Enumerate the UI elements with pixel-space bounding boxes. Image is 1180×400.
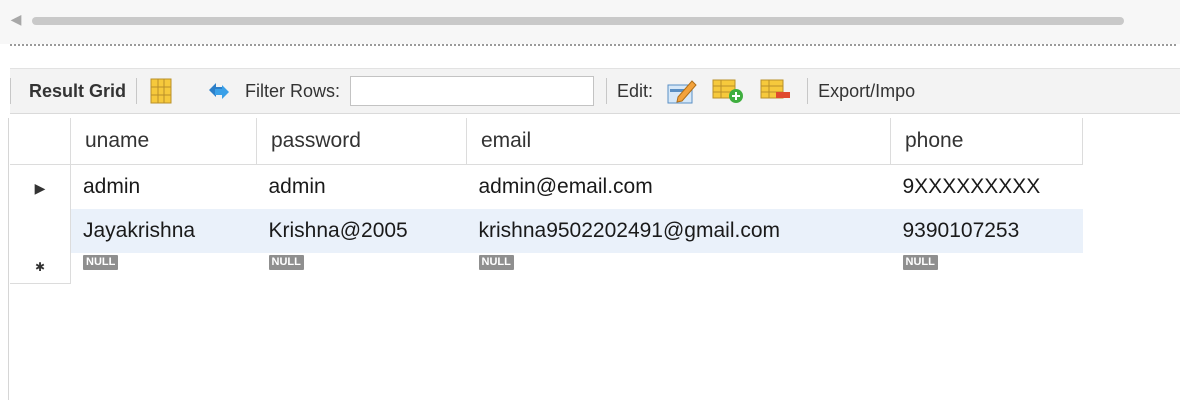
panel-splitter[interactable] bbox=[10, 44, 1176, 46]
current-row-arrow-icon: ▶ bbox=[34, 179, 46, 196]
cell-uname[interactable]: Jayakrishna bbox=[70, 208, 257, 253]
table-row[interactable]: ▶ admin admin admin@email.com 9XXXXXXXXX bbox=[10, 164, 1083, 209]
column-header-uname[interactable]: uname bbox=[70, 118, 257, 165]
edit-label: Edit: bbox=[617, 80, 654, 101]
grid-left-border bbox=[8, 118, 9, 400]
column-header-password[interactable]: password bbox=[256, 118, 467, 165]
row-selector-header[interactable] bbox=[10, 118, 71, 165]
toolbar-separator bbox=[807, 78, 809, 104]
scrollbar-track[interactable] bbox=[28, 17, 1128, 25]
refresh-icon[interactable] bbox=[205, 78, 233, 104]
null-badge: NULL bbox=[478, 254, 514, 270]
row-selector[interactable]: ✱ bbox=[10, 252, 71, 284]
edit-pencil-icon[interactable] bbox=[665, 78, 699, 104]
filter-rows-label: Filter Rows: bbox=[245, 80, 341, 101]
new-row-asterisk-icon: ✱ bbox=[34, 259, 46, 274]
cell-password[interactable]: NULL bbox=[257, 253, 467, 284]
cell-uname[interactable]: admin bbox=[71, 164, 257, 209]
new-row[interactable]: ✱ NULL NULL NULL NULL bbox=[10, 252, 1083, 284]
cell-password[interactable]: admin bbox=[257, 164, 467, 209]
delete-row-icon[interactable] bbox=[759, 78, 793, 104]
cell-phone[interactable]: 9XXXXXXXXX bbox=[891, 164, 1083, 209]
scrollbar-thumb[interactable] bbox=[32, 17, 1124, 25]
horizontal-scrollbar[interactable]: ◀ bbox=[0, 0, 1180, 44]
column-header-email[interactable]: email bbox=[466, 118, 891, 165]
header-row: uname password email phone bbox=[10, 118, 1083, 165]
toolbar-separator bbox=[606, 78, 608, 104]
row-selector[interactable] bbox=[10, 208, 71, 253]
null-badge: NULL bbox=[83, 254, 119, 270]
result-toolbar: Result Grid Filter Rows: Edit: Export/Im… bbox=[10, 68, 1180, 114]
cell-email[interactable]: krishna9502202491@gmail.com bbox=[466, 208, 891, 253]
toolbar-separator bbox=[136, 78, 138, 104]
null-badge: NULL bbox=[902, 254, 938, 270]
grid-layout-icon[interactable] bbox=[147, 78, 175, 104]
column-header-phone[interactable]: phone bbox=[890, 118, 1083, 165]
toolbar-separator bbox=[10, 78, 11, 104]
cell-email[interactable]: admin@email.com bbox=[467, 164, 891, 209]
null-badge: NULL bbox=[268, 254, 304, 270]
result-grid: uname password email phone ▶ admin admin… bbox=[10, 118, 1083, 284]
cell-email[interactable]: NULL bbox=[467, 253, 891, 284]
scroll-left-arrow-icon[interactable]: ◀ bbox=[8, 11, 24, 27]
cell-uname[interactable]: NULL bbox=[71, 253, 257, 284]
filter-rows-input[interactable] bbox=[350, 76, 595, 106]
cell-password[interactable]: Krishna@2005 bbox=[256, 208, 467, 253]
add-row-icon[interactable] bbox=[711, 78, 745, 104]
cell-phone[interactable]: NULL bbox=[891, 253, 1083, 284]
result-grid-tab[interactable]: Result Grid bbox=[29, 81, 126, 102]
table-row[interactable]: Jayakrishna Krishna@2005 krishna95022024… bbox=[10, 208, 1083, 253]
cell-phone[interactable]: 9390107253 bbox=[890, 208, 1083, 253]
row-selector[interactable]: ▶ bbox=[10, 164, 71, 209]
export-import-button[interactable]: Export/Impo bbox=[818, 81, 915, 102]
